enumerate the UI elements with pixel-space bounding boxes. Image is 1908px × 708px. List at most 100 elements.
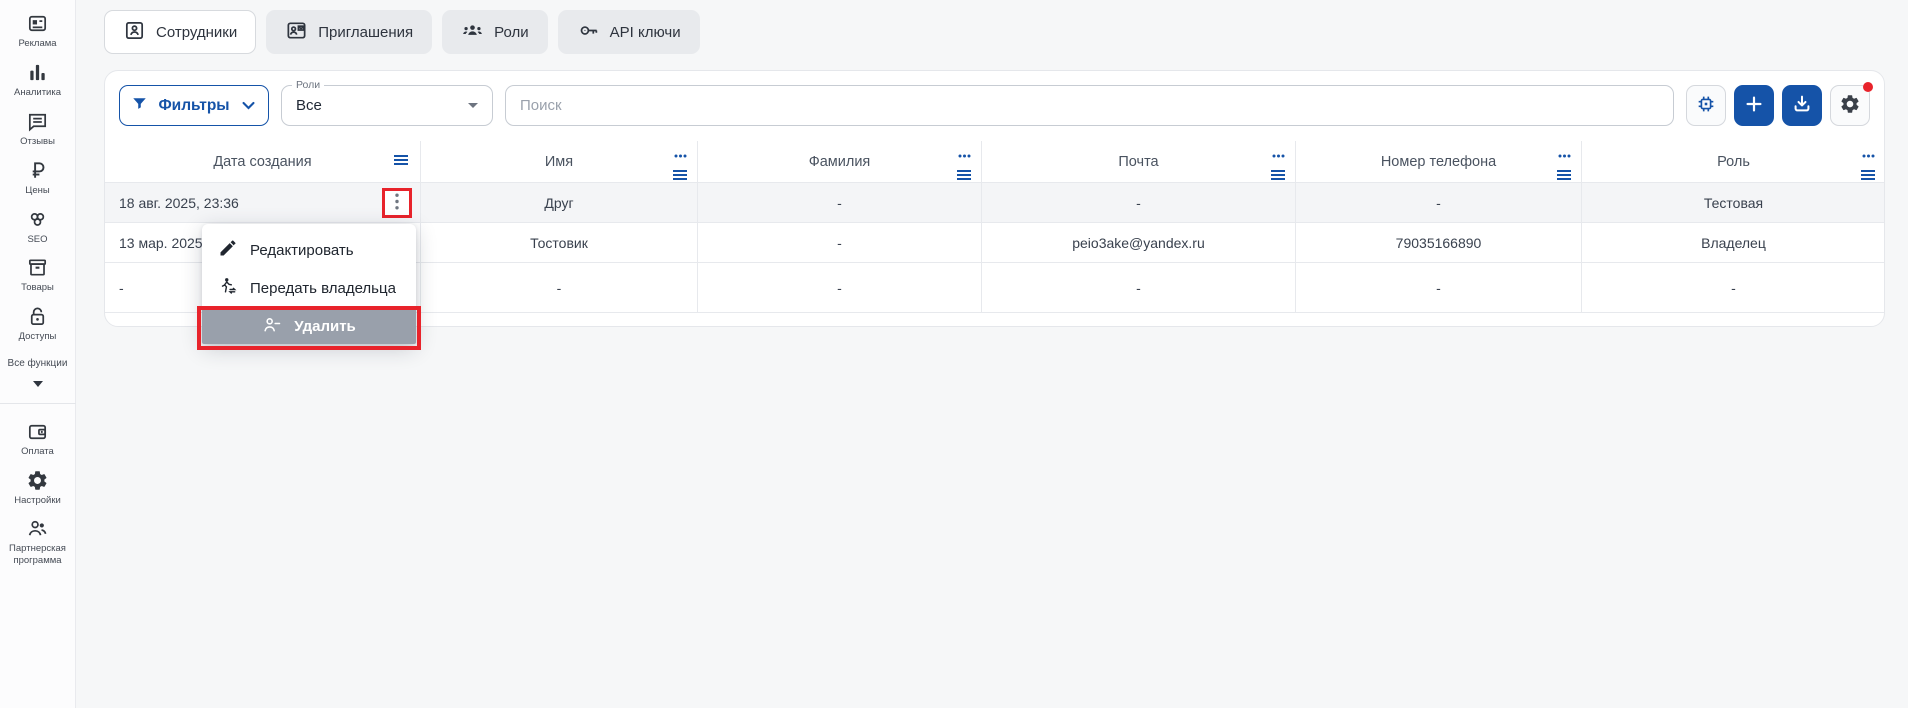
- invitation-icon: [285, 19, 308, 46]
- cell-role: -: [1582, 263, 1885, 312]
- gear-icon: [26, 469, 49, 492]
- column-header-label: Имя: [545, 154, 573, 170]
- sidebar-item-partner-program[interactable]: Партнерская программа: [0, 517, 76, 567]
- search-field: [505, 85, 1674, 126]
- cell-role: Тестовая: [1582, 183, 1885, 222]
- sidebar-item-products[interactable]: Товары: [0, 256, 76, 294]
- employee-badge-icon: [123, 19, 146, 46]
- sidebar-item-seo[interactable]: SEO: [0, 208, 76, 246]
- chip-icon: [1695, 93, 1717, 118]
- context-menu-item-transfer-owner[interactable]: Передать владельца: [202, 269, 416, 307]
- cell-surname: -: [698, 223, 982, 262]
- seo-icon: [26, 208, 49, 231]
- column-header-label: Почта: [1118, 154, 1158, 170]
- cell-phone: -: [1296, 263, 1582, 312]
- tab-employees[interactable]: Сотрудники: [104, 10, 256, 54]
- sidebar-item-label: Цены: [23, 185, 51, 197]
- transfer-owner-icon: [218, 276, 238, 300]
- tab-label: API ключи: [610, 24, 681, 41]
- section-tabs: Сотрудники Приглашения: [104, 10, 700, 54]
- toolbar: Фильтры Роли Все: [119, 85, 1870, 126]
- chevron-down-icon: [33, 381, 43, 387]
- integration-button[interactable]: [1686, 85, 1726, 126]
- column-header-role[interactable]: Роль: [1582, 141, 1885, 182]
- gear-icon: [1839, 93, 1861, 118]
- column-header-label: Фамилия: [809, 154, 871, 170]
- row-actions-highlight-box: [382, 188, 412, 218]
- sidebar: Реклама Аналитика Отзывы: [0, 0, 76, 708]
- cell-name: Тостовик: [421, 223, 698, 262]
- sidebar-item-label: Аналитика: [12, 87, 63, 99]
- sidebar-item-label: Реклама: [16, 38, 58, 50]
- sidebar-item-access[interactable]: Доступы: [0, 305, 76, 343]
- column-more-icon[interactable]: [674, 146, 687, 162]
- column-header-created-date[interactable]: Дата создания: [105, 141, 421, 182]
- column-more-icon[interactable]: [1272, 146, 1285, 162]
- payment-icon: [26, 420, 49, 443]
- column-header-name[interactable]: Имя: [421, 141, 698, 182]
- table-settings-button[interactable]: [1830, 85, 1870, 126]
- sidebar-item-payment[interactable]: Оплата: [0, 420, 76, 458]
- row-context-menu: Редактировать Передать владельца Удали: [202, 224, 416, 344]
- role-filter-value: Все: [296, 97, 468, 114]
- role-filter-select[interactable]: Роли Все: [281, 85, 493, 126]
- export-button[interactable]: [1782, 85, 1822, 126]
- column-more-icon[interactable]: [958, 146, 971, 162]
- column-header-phone[interactable]: Номер телефона: [1296, 141, 1582, 182]
- tab-label: Приглашения: [318, 24, 413, 41]
- partner-program-icon: [26, 517, 49, 540]
- sidebar-item-label: Доступы: [17, 331, 59, 343]
- column-header-label: Дата создания: [213, 154, 311, 170]
- dropdown-caret-icon: [468, 103, 478, 108]
- column-more-icon[interactable]: [1558, 146, 1571, 162]
- column-menu-icon[interactable]: [393, 154, 409, 170]
- access-icon: [26, 305, 49, 328]
- remove-user-icon: [262, 315, 282, 339]
- column-header-email[interactable]: Почта: [982, 141, 1296, 182]
- tab-label: Сотрудники: [156, 24, 237, 41]
- tab-api-keys[interactable]: API ключи: [558, 10, 700, 54]
- plus-icon: [1743, 93, 1765, 118]
- search-input[interactable]: [520, 97, 1659, 114]
- table-row[interactable]: 18 авг. 2025, 23:36 Друг - - - Тестовая: [105, 183, 1884, 223]
- ads-icon: [26, 12, 49, 35]
- sidebar-item-prices[interactable]: Цены: [0, 159, 76, 197]
- sidebar-item-reviews[interactable]: Отзывы: [0, 110, 76, 148]
- column-header-surname[interactable]: Фамилия: [698, 141, 982, 182]
- employees-page: Реклама Аналитика Отзывы: [0, 0, 1908, 708]
- context-menu-item-label: Редактировать: [250, 242, 354, 259]
- column-header-label: Номер телефона: [1381, 154, 1496, 170]
- cell-surname: -: [698, 263, 982, 312]
- context-menu-item-delete[interactable]: Удалить: [202, 309, 416, 344]
- context-menu-item-edit[interactable]: Редактировать: [202, 231, 416, 269]
- edit-icon: [218, 238, 238, 262]
- column-more-icon[interactable]: [1862, 146, 1875, 162]
- roles-icon: [461, 19, 484, 46]
- sidebar-item-label: Товары: [19, 282, 56, 294]
- products-icon: [26, 256, 49, 279]
- sidebar-item-label: SEO: [25, 234, 49, 246]
- sidebar-item-analytics[interactable]: Аналитика: [0, 61, 76, 99]
- sidebar-item-settings[interactable]: Настройки: [0, 469, 76, 507]
- api-key-icon: [577, 19, 600, 46]
- download-icon: [1791, 93, 1813, 118]
- tab-roles[interactable]: Роли: [442, 10, 548, 54]
- reviews-icon: [26, 110, 49, 133]
- add-employee-button[interactable]: [1734, 85, 1774, 126]
- sidebar-item-ads[interactable]: Реклама: [0, 12, 76, 50]
- kebab-menu-icon[interactable]: [395, 193, 399, 213]
- cell-email: -: [982, 183, 1296, 222]
- prices-icon: [26, 159, 49, 182]
- sidebar-item-label: Настройки: [12, 495, 63, 507]
- sidebar-item-all-functions[interactable]: Все функции: [0, 358, 76, 387]
- column-header-label: Роль: [1717, 154, 1750, 170]
- table-header-row: Дата создания Имя: [105, 141, 1884, 183]
- tab-invitations[interactable]: Приглашения: [266, 10, 432, 54]
- cell-name: -: [421, 263, 698, 312]
- filters-button[interactable]: Фильтры: [119, 85, 269, 126]
- cell-role: Владелец: [1582, 223, 1885, 262]
- filters-button-label: Фильтры: [158, 97, 229, 115]
- context-menu-item-label: Передать владельца: [250, 280, 396, 297]
- filter-funnel-icon: [131, 95, 148, 117]
- cell-email: -: [982, 263, 1296, 312]
